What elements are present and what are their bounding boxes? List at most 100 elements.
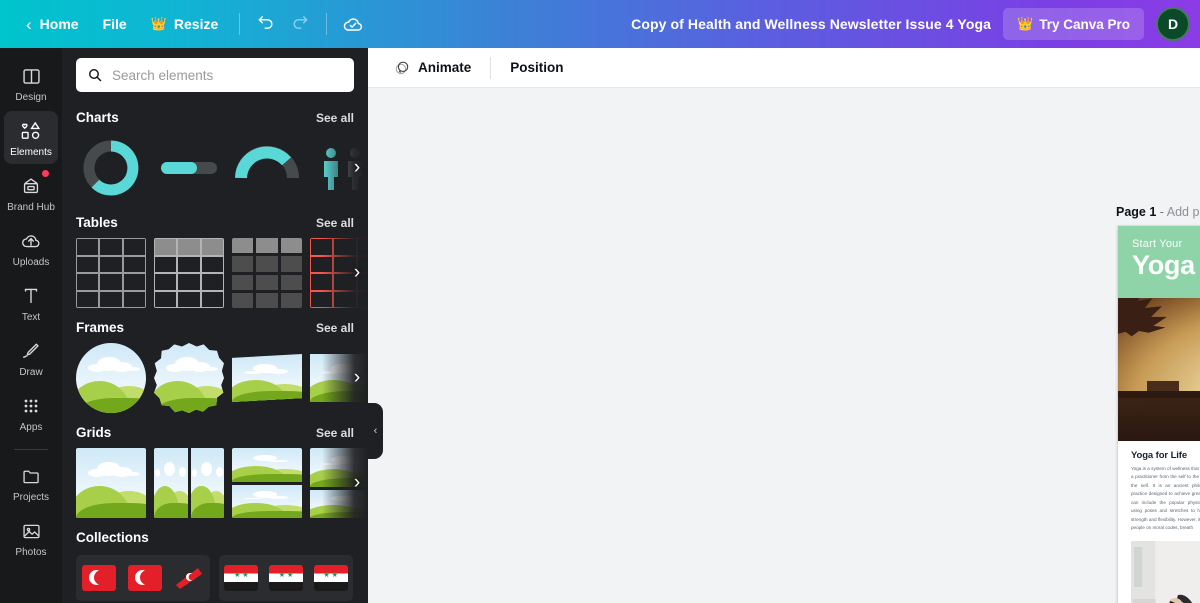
- home-button[interactable]: ‹ Home: [14, 9, 91, 40]
- newsletter-kicker: Start Your: [1132, 238, 1183, 250]
- element-gauge-chart[interactable]: [232, 133, 302, 203]
- syria-flag-icon: [268, 565, 303, 591]
- gauge-chart-icon: [232, 133, 302, 203]
- search-area: [62, 48, 368, 98]
- sidebar-item-label: Text: [21, 312, 41, 323]
- add-page-title-input[interactable]: Add page title: [1167, 205, 1200, 219]
- document-title[interactable]: Copy of Health and Wellness Newsletter I…: [631, 16, 991, 32]
- photo-downward-dog: [1131, 540, 1200, 603]
- resize-label: Resize: [173, 16, 219, 32]
- animate-icon: [393, 59, 411, 77]
- table-header-row-icon: [154, 238, 224, 308]
- cloud-saved-icon: [343, 18, 363, 31]
- sidebar-item-photos[interactable]: Photos: [4, 511, 58, 564]
- cloud-save-status-button[interactable]: [336, 7, 370, 41]
- resize-button[interactable]: 👑 Resize: [139, 9, 231, 39]
- file-menu-button[interactable]: File: [91, 9, 139, 39]
- element-scalloped-frame[interactable]: [154, 343, 224, 413]
- section-title: Tables: [76, 215, 118, 230]
- progress-bar-chart-icon: [154, 133, 224, 203]
- tables-row: ›: [76, 238, 368, 308]
- element-circle-frame[interactable]: [76, 343, 146, 413]
- sidebar-item-projects[interactable]: Projects: [4, 456, 58, 509]
- sidebar-item-apps[interactable]: Apps: [4, 386, 58, 439]
- syria-flag-icon: [224, 565, 259, 591]
- context-toolbar: Animate Position: [368, 48, 1200, 88]
- downward-dog-illustration: [1131, 540, 1200, 603]
- page-title-dash: -: [1156, 205, 1167, 219]
- skewed-rect-frame-icon: [232, 354, 302, 402]
- tree-silhouette-left: [1118, 298, 1167, 337]
- collapse-panel-handle[interactable]: ‹: [368, 403, 383, 459]
- element-syria-flag-collection[interactable]: [219, 555, 353, 601]
- sidebar-item-uploads[interactable]: Uploads: [4, 221, 58, 274]
- file-label: File: [102, 16, 127, 32]
- element-grid-1[interactable]: [76, 448, 146, 518]
- element-donut-chart[interactable]: [76, 133, 146, 203]
- animate-label: Animate: [418, 60, 472, 75]
- see-all-tables-link[interactable]: See all: [316, 216, 354, 230]
- section-title: Collections: [76, 530, 149, 545]
- sidebar-item-label: Design: [15, 92, 47, 103]
- sidebar-item-elements[interactable]: Elements: [4, 111, 58, 164]
- grid-2-col-icon: [154, 448, 224, 518]
- article-heading-yoga-for-life: Yoga for Life: [1131, 450, 1188, 461]
- sidebar-item-text[interactable]: Text: [4, 276, 58, 329]
- design-page-1[interactable]: Start Your Yoga Practice www.reallygreat…: [1118, 226, 1200, 603]
- search-box[interactable]: [76, 58, 354, 92]
- sidebar-item-draw[interactable]: Draw: [4, 331, 58, 384]
- undo-button[interactable]: [249, 7, 283, 41]
- crown-icon: 👑: [150, 16, 167, 31]
- search-input[interactable]: [112, 67, 343, 83]
- turkey-flag-icon: [128, 565, 162, 591]
- charts-next-arrow[interactable]: ›: [344, 155, 368, 181]
- frames-next-arrow[interactable]: ›: [344, 365, 368, 391]
- sidebar-item-brand-hub[interactable]: Brand Hub: [4, 166, 58, 219]
- element-turkey-flag-collection[interactable]: [76, 555, 210, 601]
- page-number-label: Page 1: [1116, 205, 1157, 219]
- element-grid-2-col[interactable]: [154, 448, 224, 518]
- element-table-header-row[interactable]: [154, 238, 224, 308]
- collections-row: [76, 555, 368, 601]
- position-button[interactable]: Position: [499, 54, 574, 81]
- page-title-row[interactable]: Page 1 - Add page title: [1116, 205, 1200, 219]
- editor-body: Design Elements Brand Hub Uploads Text D…: [0, 48, 1200, 603]
- chevron-left-icon: ‹: [373, 425, 378, 437]
- sidebar-item-label: Projects: [12, 492, 50, 503]
- syria-flag-icon: [313, 565, 348, 591]
- grids-next-arrow[interactable]: ›: [344, 470, 368, 496]
- section-title: Grids: [76, 425, 112, 440]
- sidebar-item-label: Apps: [19, 422, 43, 433]
- top-toolbar-left: ‹ Home File 👑 Resize: [0, 7, 370, 41]
- tables-next-arrow[interactable]: ›: [344, 260, 368, 286]
- avatar[interactable]: D: [1156, 7, 1190, 41]
- canva-editor-window: ‹ Home File 👑 Resize Copy of Health and …: [0, 0, 1200, 603]
- element-progress-bar-chart[interactable]: [154, 133, 224, 203]
- section-header-grids: Grids See all: [76, 417, 368, 448]
- toolbar-divider: [239, 13, 241, 35]
- elements-icon: [19, 119, 43, 143]
- editor-area: Animate Position Page 1 - Add page title: [368, 48, 1200, 603]
- see-all-frames-link[interactable]: See all: [316, 321, 354, 335]
- chevron-left-icon: ‹: [26, 14, 32, 34]
- sidebar-item-design[interactable]: Design: [4, 56, 58, 109]
- frames-row: ›: [76, 343, 368, 413]
- redo-button[interactable]: [283, 7, 317, 41]
- element-skewed-rect-frame[interactable]: [232, 343, 302, 413]
- turkey-flag-wave-icon: [174, 565, 204, 591]
- element-table-plain[interactable]: [76, 238, 146, 308]
- see-all-charts-link[interactable]: See all: [316, 111, 354, 125]
- redo-icon: [293, 16, 308, 29]
- element-grid-2-row[interactable]: [232, 448, 302, 518]
- element-table-spaced[interactable]: [232, 238, 302, 308]
- grid-1-icon: [76, 448, 146, 518]
- panel-scroll-region[interactable]: Charts See all › Tables See all › Frames…: [62, 98, 368, 603]
- try-canva-pro-button[interactable]: 👑 Try Canva Pro: [1003, 8, 1144, 40]
- text-icon: [19, 284, 43, 308]
- canvas-area[interactable]: Page 1 - Add page title: [368, 88, 1200, 603]
- position-label: Position: [510, 60, 564, 75]
- animate-button[interactable]: Animate: [382, 53, 482, 83]
- see-all-grids-link[interactable]: See all: [316, 426, 354, 440]
- grids-row: ›: [76, 448, 368, 518]
- home-label: Home: [39, 16, 79, 32]
